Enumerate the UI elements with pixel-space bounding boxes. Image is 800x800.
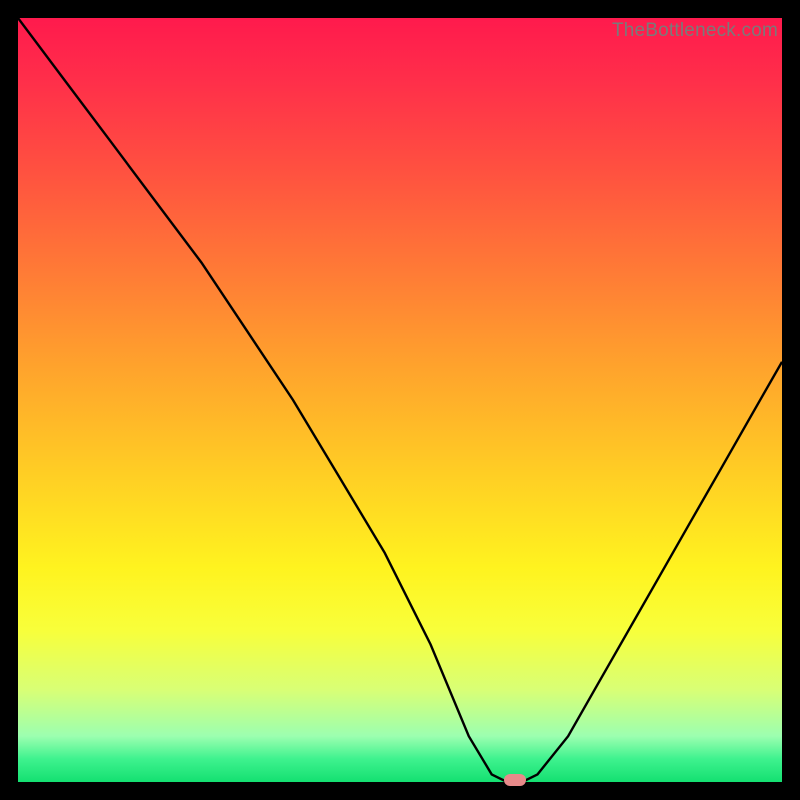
chart-frame: TheBottleneck.com bbox=[0, 0, 800, 800]
optimal-point-marker bbox=[504, 774, 526, 786]
chart-plot-area: TheBottleneck.com bbox=[18, 18, 782, 782]
curve-path bbox=[18, 18, 782, 782]
bottleneck-curve bbox=[18, 18, 782, 782]
